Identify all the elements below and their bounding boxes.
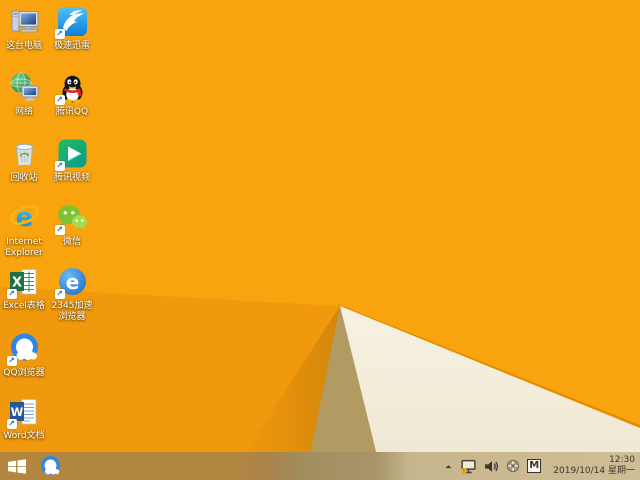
network-icon	[8, 71, 41, 104]
svg-text:W: W	[10, 405, 23, 419]
desktop-icon-label: QQ浏览器	[3, 368, 45, 378]
desktop-icon-label: 微信	[62, 237, 81, 247]
shortcut-arrow-icon: ↗	[54, 29, 65, 39]
shortcut-arrow-icon: ↗	[54, 161, 65, 171]
desktop-icon-internet-explorer[interactable]: e Internet Explorer	[1, 201, 47, 259]
crosshair-icon	[507, 459, 520, 473]
windows-logo-icon	[8, 458, 26, 474]
chevron-up-icon	[445, 464, 452, 468]
desktop-icon-label: Word文档	[3, 431, 45, 441]
desktop-icon-recycle-bin[interactable]: 回收站	[1, 137, 47, 184]
input-method-indicator[interactable]: M	[527, 459, 542, 473]
excel-icon: X ↗	[6, 265, 41, 299]
wechat-icon: ↗	[54, 201, 89, 235]
shortcut-arrow-icon: ↗	[6, 419, 17, 429]
desktop-icon-label: Internet Explorer	[5, 237, 43, 258]
svg-text:e: e	[65, 270, 79, 294]
system-tray: M 12:30 2019/10/14 星期一	[444, 455, 640, 477]
internet-explorer-icon: e	[8, 201, 41, 234]
utility-tray[interactable]	[506, 459, 520, 473]
desktop-icon-excel[interactable]: X ↗ Excel表格	[1, 265, 47, 312]
clock-date: 2019/10/14 星期一	[553, 466, 635, 476]
desktop-icon-2345-browser[interactable]: e ↗ 2345加速浏览器	[49, 265, 95, 323]
word-icon: W ↗	[6, 395, 41, 429]
recycle-bin-icon	[8, 137, 41, 170]
wallpaper-graphic	[0, 0, 640, 480]
speaker-icon	[485, 460, 499, 472]
shortcut-arrow-icon: ↗	[6, 289, 17, 299]
desktop-icon-qq-browser[interactable]: ↗ QQ浏览器	[1, 332, 47, 379]
desktop-icon-this-pc[interactable]: 这台电脑	[1, 5, 47, 52]
start-button[interactable]	[0, 452, 34, 480]
clock-time: 12:30	[609, 455, 635, 465]
desktop-icon-label: 2345加速浏览器	[51, 301, 93, 322]
thunder-icon: ↗	[54, 5, 89, 39]
desktop-icon-label: 腾讯视频	[53, 173, 90, 183]
shortcut-arrow-icon: ↗	[6, 356, 17, 366]
qq-browser-icon: ↗	[6, 332, 41, 366]
shortcut-arrow-icon: ↗	[54, 225, 65, 235]
desktop-icon-tencent-qq[interactable]: ↗ 腾讯QQ	[49, 71, 95, 118]
qq-penguin-icon: ↗	[54, 71, 89, 105]
taskbar-pinned-qq-browser[interactable]	[34, 452, 66, 480]
2345-browser-icon: e ↗	[54, 265, 89, 299]
this-pc-icon	[8, 5, 41, 38]
taskbar: M 12:30 2019/10/14 星期一	[0, 452, 640, 480]
desktop-icon-label: Excel表格	[3, 301, 45, 311]
taskbar-clock[interactable]: 12:30 2019/10/14 星期一	[553, 455, 635, 477]
desktop: 这台电脑 ↗ 极速迅雷 网络 ↗ 腾讯QQ 回收站 ↗ 腾讯视频 e Inter…	[0, 0, 640, 480]
tencent-video-icon: ↗	[54, 137, 89, 171]
desktop-icon-tencent-video[interactable]: ↗ 腾讯视频	[49, 137, 95, 184]
desktop-icon-network[interactable]: 网络	[1, 71, 47, 118]
desktop-icon-label: 腾讯QQ	[55, 107, 89, 117]
desktop-icon-label: 极速迅雷	[53, 41, 90, 51]
network-warning-icon	[461, 459, 476, 474]
desktop-wallpaper	[0, 0, 640, 480]
desktop-icon-label: 网络	[14, 107, 33, 117]
network-status-tray[interactable]	[460, 459, 477, 474]
volume-tray[interactable]	[484, 460, 499, 473]
desktop-icon-label: 这台电脑	[5, 41, 42, 51]
desktop-icon-label: 回收站	[10, 173, 38, 183]
desktop-icon-word[interactable]: W ↗ Word文档	[1, 395, 47, 442]
desktop-icon-wechat[interactable]: ↗ 微信	[49, 201, 95, 248]
shortcut-arrow-icon: ↗	[54, 289, 65, 299]
shortcut-arrow-icon: ↗	[54, 95, 65, 105]
qq-browser-icon	[40, 455, 60, 475]
desktop-icon-thunder[interactable]: ↗ 极速迅雷	[49, 5, 95, 52]
hidden-icons-chevron[interactable]	[444, 462, 453, 471]
